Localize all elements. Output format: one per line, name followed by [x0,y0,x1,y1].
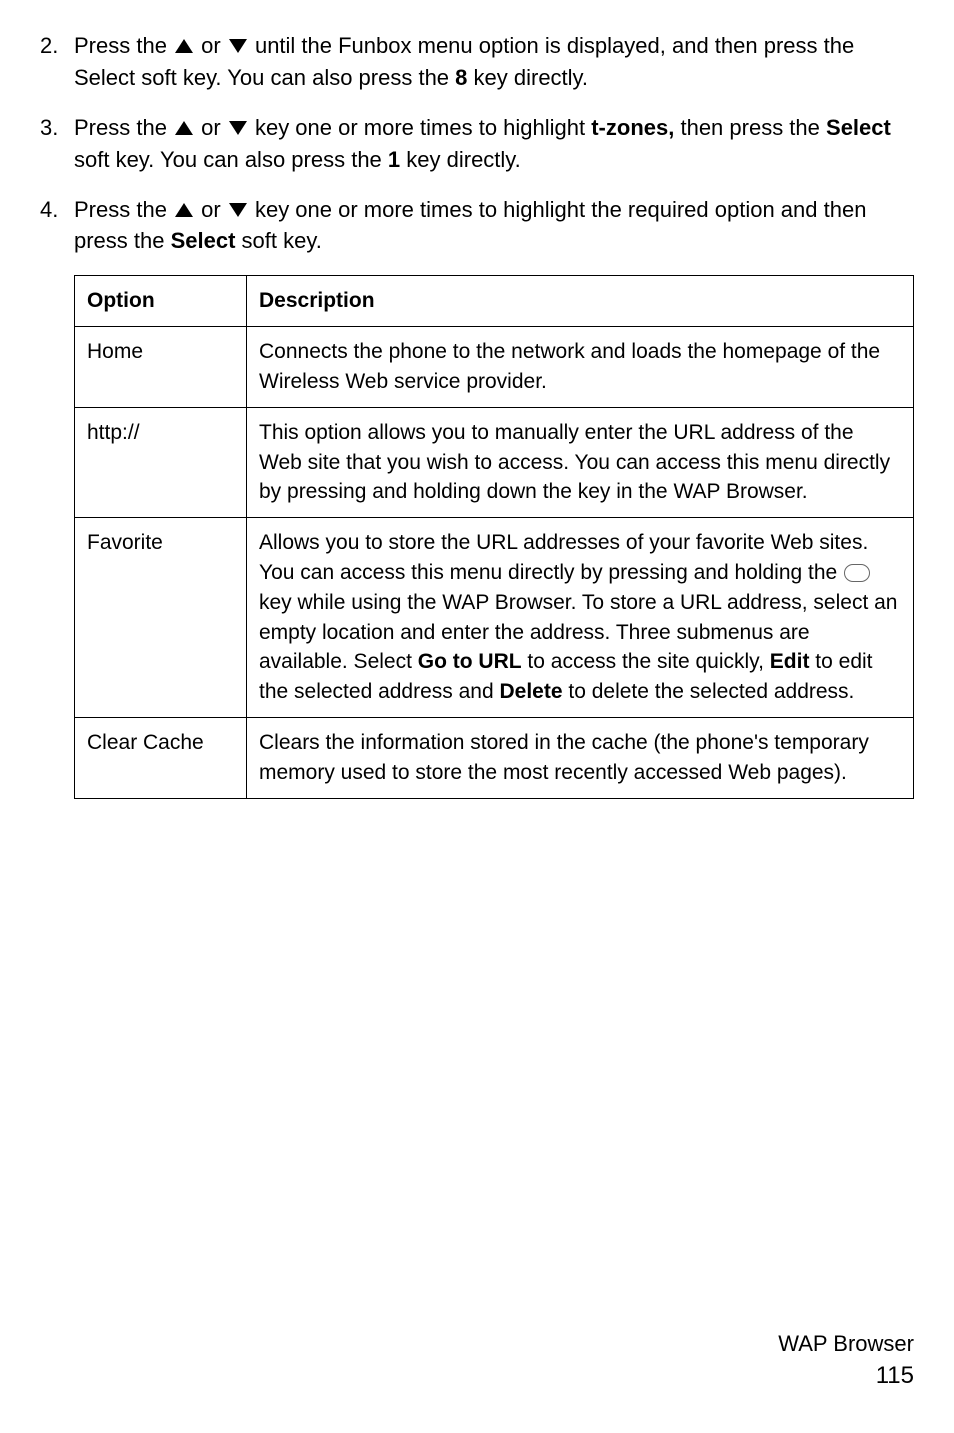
text-span: soft key. You can also press the [74,147,388,172]
text-span: key directly. [467,65,588,90]
text-span: Edit [770,650,810,673]
table-row: FavoriteAllows you to store the URL addr… [75,518,914,718]
text-span: This option allows you to manually enter… [259,421,890,504]
footer-title: WAP Browser [778,1329,914,1360]
text-span: key one or more times to highlight [249,115,591,140]
ordered-list: 2.Press the or until the Funbox menu opt… [40,30,914,257]
list-number: 3. [40,112,74,176]
triangle-down-icon [229,39,247,53]
description-cell: Connects the phone to the network and lo… [247,327,914,408]
description-cell: Clears the information stored in the cac… [247,718,914,799]
option-cell: Clear Cache [75,718,247,799]
text-span: Delete [500,680,563,703]
text-span: Clears the information stored in the cac… [259,731,869,784]
page-number: 115 [778,1359,914,1393]
list-content: Press the or key one or more times to hi… [74,112,914,176]
option-cell: Home [75,327,247,408]
list-content: Press the or until the Funbox menu optio… [74,30,914,94]
text-span: 1 [388,147,400,172]
list-number: 2. [40,30,74,94]
list-number: 4. [40,194,74,258]
list-item: 2.Press the or until the Funbox menu opt… [40,30,914,94]
description-header: Description [247,276,914,327]
triangle-up-icon [175,203,193,217]
text-span: 8 [455,65,467,90]
text-span: t-zones, [591,115,674,140]
table-row: HomeConnects the phone to the network an… [75,327,914,408]
triangle-down-icon [229,203,247,217]
list-item: 3.Press the or key one or more times to … [40,112,914,176]
description-cell: This option allows you to manually enter… [247,407,914,517]
list-item: 4.Press the or key one or more times to … [40,194,914,258]
option-header: Option [75,276,247,327]
text-span: Select [826,115,891,140]
text-span: Press the [74,33,173,58]
text-span: Press the [74,115,173,140]
text-span: key directly. [400,147,521,172]
triangle-up-icon [175,121,193,135]
text-span: or [195,197,227,222]
list-content: Press the or key one or more times to hi… [74,194,914,258]
option-cell: http:// [75,407,247,517]
text-span: or [195,33,227,58]
option-cell: Favorite [75,518,247,718]
text-span: to delete the selected address. [563,680,855,703]
triangle-up-icon [175,39,193,53]
table-row: http://This option allows you to manuall… [75,407,914,517]
text-span: Press the [74,197,173,222]
key-icon [844,564,870,582]
text-span: to access the site quickly, [522,650,770,673]
table-header-row: Option Description [75,276,914,327]
text-span: Go to URL [418,650,522,673]
text-span: then press the [674,115,826,140]
text-span: soft key. [235,228,321,253]
options-table: Option Description HomeConnects the phon… [74,275,914,798]
triangle-down-icon [229,121,247,135]
page-footer: WAP Browser 115 [778,1329,914,1393]
description-cell: Allows you to store the URL addresses of… [247,518,914,718]
text-span: Connects the phone to the network and lo… [259,340,880,393]
text-span: Select [171,228,236,253]
text-span: Allows you to store the URL addresses of… [259,531,868,584]
table-row: Clear CacheClears the information stored… [75,718,914,799]
text-span: or [195,115,227,140]
